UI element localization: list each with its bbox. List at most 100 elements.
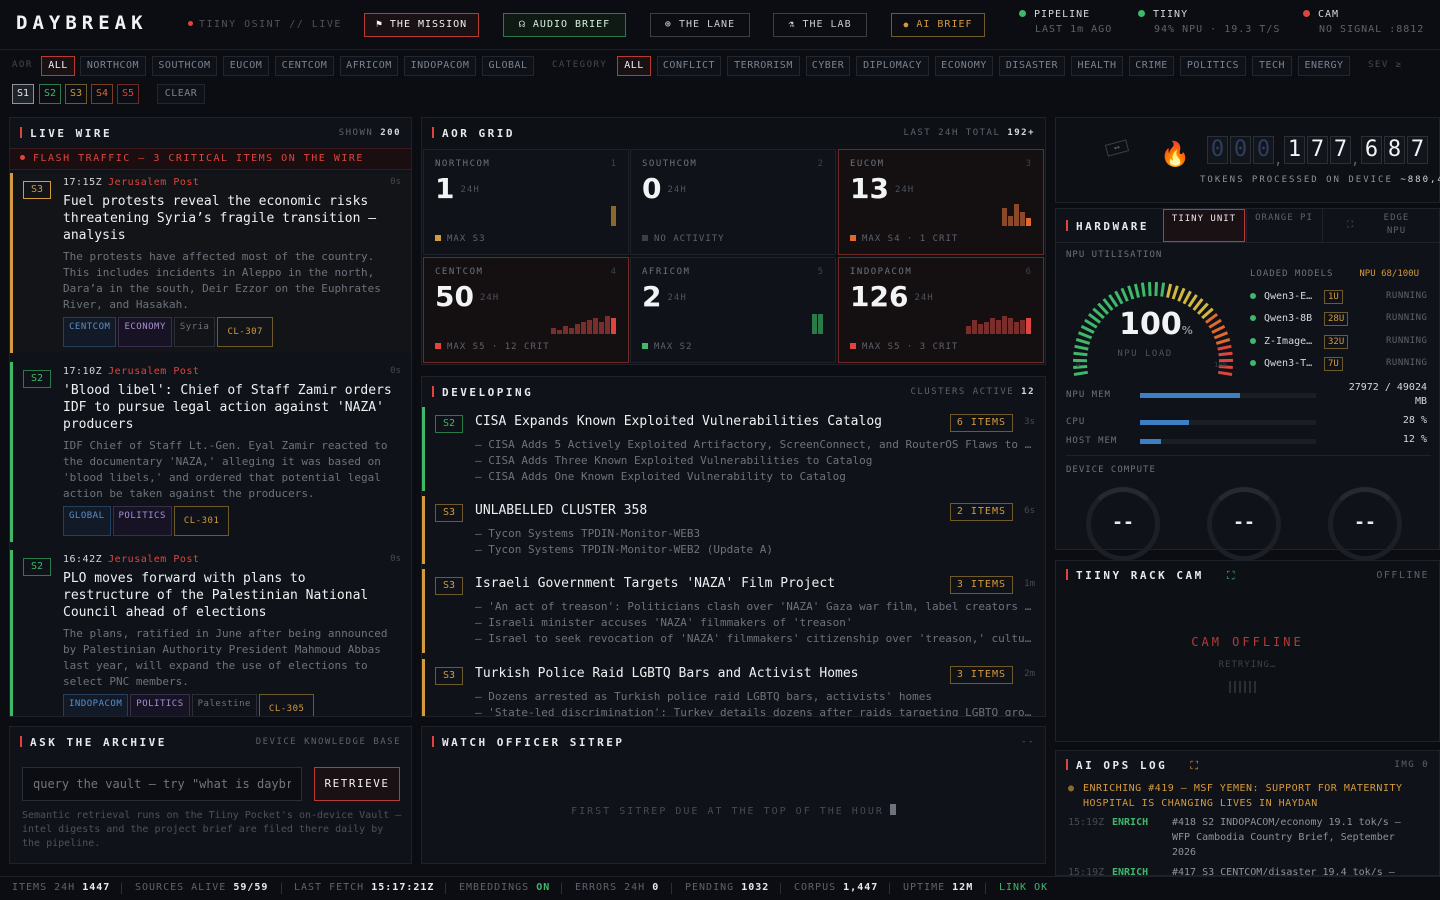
wire-item-source[interactable]: Jerusalem Post xyxy=(108,554,199,565)
wire-item-headline[interactable]: PLO moves forward with plans to restruct… xyxy=(63,570,398,621)
aor-cell-southcom[interactable]: SOUTHCOM 2 0 24H NO ACTIVITY xyxy=(630,149,836,255)
aor-chip-southcom[interactable]: SOUTHCOM xyxy=(152,56,217,76)
ai-ops-current-text: ENRICHING #419 — MSF YEMEN: SUPPORT FOR … xyxy=(1083,783,1403,809)
aor-chip-africom[interactable]: AFRICOM xyxy=(340,56,398,76)
aor-cell-northcom[interactable]: NORTHCOM 1 1 24H MAX S3 xyxy=(423,149,629,255)
cluster-subitem[interactable]: – Israeli minister accuses 'NAZA' filmma… xyxy=(475,616,1035,629)
tag-cluster[interactable]: CL-305 xyxy=(258,694,315,716)
ai-brief-button[interactable]: ● AI BRIEF xyxy=(891,13,985,37)
lab-button[interactable]: ⚗ THE LAB xyxy=(773,13,867,37)
cluster-subitem[interactable]: – 'State-led discrimination': Turkey det… xyxy=(475,706,1035,716)
category-chip-energy[interactable]: ENERGY xyxy=(1298,56,1350,76)
wire-item[interactable]: S2 17:10Z Jerusalem Post 0s 'Blood libel'… xyxy=(10,362,411,542)
category-chip-politics[interactable]: POLITICS xyxy=(1180,56,1246,76)
category-chip-disaster[interactable]: DISASTER xyxy=(999,56,1065,76)
audio-brief-button[interactable]: ☊ AUDIO BRIEF xyxy=(503,13,626,37)
tag-aor[interactable]: CENTCOM xyxy=(63,317,117,347)
aor-chip-northcom[interactable]: NORTHCOM xyxy=(80,56,146,76)
sev-chip-s2[interactable]: S2 xyxy=(39,84,61,104)
wire-item-source[interactable]: Jerusalem Post xyxy=(108,366,199,377)
category-chip-tech[interactable]: TECH xyxy=(1252,56,1292,76)
tokens-rate: ~880,455 xyxy=(1400,175,1440,185)
cluster-subitem[interactable]: – 'An act of treason': Politicians clash… xyxy=(475,600,1035,613)
category-chip-crime[interactable]: CRIME xyxy=(1129,56,1174,76)
aor-cell-indopacom[interactable]: INDOPACOM 6 126 24H MAX S5 · 3 CRIT xyxy=(838,257,1044,363)
lane-button[interactable]: ⊕ THE LANE xyxy=(650,13,750,37)
clusters-count: 12 xyxy=(1021,387,1035,397)
expand-icon[interactable]: ⛶ xyxy=(1190,759,1200,772)
aor-cell-centcom[interactable]: CENTCOM 4 50 24H MAX S5 · 12 CRIT xyxy=(423,257,629,363)
wire-item-source[interactable]: Jerusalem Post xyxy=(108,177,199,188)
tag-category[interactable]: POLITICS xyxy=(112,506,172,536)
live-wire-title: LIVE WIRE xyxy=(20,127,112,140)
tag-country[interactable]: Syria xyxy=(173,317,216,347)
model-row[interactable]: Qwen3-E… 1U RUNNING xyxy=(1250,290,1427,305)
aor-chip-eucom[interactable]: EUCOM xyxy=(223,56,269,76)
category-chip-all[interactable]: ALL xyxy=(617,56,651,76)
wire-item[interactable]: S2 16:42Z Jerusalem Post 0s PLO moves for… xyxy=(10,550,411,716)
cluster-item[interactable]: S3 UNLABELLED CLUSTER 358 2 ITEMS 6s – T… xyxy=(422,496,1045,564)
cluster-title[interactable]: UNLABELLED CLUSTER 358 xyxy=(475,503,647,518)
aor-cell-footer-text: MAX S5 · 3 CRIT xyxy=(862,342,959,352)
aor-chip-indopacom[interactable]: INDOPACOM xyxy=(404,56,476,76)
tag-category[interactable]: POLITICS xyxy=(130,694,190,716)
cluster-subitem[interactable]: – Dozens arrested as Turkish police raid… xyxy=(475,690,1035,703)
aor-cell-eucom[interactable]: EUCOM 3 13 24H MAX S4 · 1 CRIT xyxy=(838,149,1044,255)
category-chip-diplomacy[interactable]: DIPLOMACY xyxy=(856,56,929,76)
aor-cell-name: EUCOM xyxy=(850,159,885,169)
tag-category[interactable]: ECONOMY xyxy=(118,317,172,347)
sev-chip-s3[interactable]: S3 xyxy=(65,84,87,104)
aor-cell-africom[interactable]: AFRICOM 5 2 24H MAX S2 xyxy=(630,257,836,363)
cluster-item[interactable]: S3 Israeli Government Targets 'NAZA' Fil… xyxy=(422,569,1045,653)
npu-load-label: NPU LOAD xyxy=(1117,349,1173,359)
tab-tiiny-unit[interactable]: TIINY UNIT xyxy=(1163,209,1245,242)
model-row[interactable]: Qwen3-8B 28U RUNNING xyxy=(1250,312,1427,327)
retrieve-button[interactable]: RETRIEVE xyxy=(314,767,400,801)
tab-orange-pi[interactable]: ORANGE PI xyxy=(1246,209,1321,242)
status-link: LINK OK xyxy=(999,877,1048,899)
category-chip-conflict[interactable]: CONFLICT xyxy=(657,56,721,76)
cluster-subitem[interactable]: – CISA Adds One Known Exploited Vulnerab… xyxy=(475,470,1035,483)
wire-item-headline[interactable]: Fuel protests reveal the economic risks … xyxy=(63,193,398,244)
tab-edge-npu[interactable]: ⛶ EDGE NPU xyxy=(1322,209,1440,242)
aor-chip-centcom[interactable]: CENTCOM xyxy=(275,56,334,76)
cluster-subitem[interactable]: – CISA Adds 5 Actively Exploited Artifac… xyxy=(475,438,1035,451)
loaded-models-value: NPU 68/100U xyxy=(1359,269,1419,279)
sev-chip-s1[interactable]: S1 xyxy=(12,84,34,104)
cluster-subitem[interactable]: – CISA Adds Three Known Exploited Vulner… xyxy=(475,454,1035,467)
cluster-title[interactable]: Turkish Police Raid LGBTQ Bars and Activ… xyxy=(475,666,859,681)
wire-item-headline[interactable]: 'Blood libel': Chief of Staff Zamir orde… xyxy=(63,382,398,433)
sev-chip-s4[interactable]: S4 xyxy=(91,84,113,104)
category-chip-cyber[interactable]: CYBER xyxy=(806,56,850,76)
cluster-subitem[interactable]: – Tycon Systems TPDIN-Monitor-WEB3 xyxy=(475,527,1035,540)
cluster-item[interactable]: S3 Turkish Police Raid LGBTQ Bars and Ac… xyxy=(422,659,1045,716)
category-chip-terrorism[interactable]: TERRORISM xyxy=(727,56,800,76)
tag-aor[interactable]: GLOBAL xyxy=(63,506,111,536)
tag-country[interactable]: Palestine xyxy=(191,694,257,716)
aor-cell-index: 4 xyxy=(610,267,616,277)
aor-chip-global[interactable]: GLOBAL xyxy=(482,56,534,76)
cluster-subitem[interactable]: – Israel to seek revocation of 'NAZA' fi… xyxy=(475,632,1035,645)
aor-chip-all[interactable]: ALL xyxy=(41,56,75,76)
model-row[interactable]: Z-Image… 32U RUNNING xyxy=(1250,335,1427,350)
clear-filters-button[interactable]: CLEAR xyxy=(157,84,205,104)
cluster-title[interactable]: Israeli Government Targets 'NAZA' Film P… xyxy=(475,576,835,591)
aor-cell-footer-text: NO ACTIVITY xyxy=(654,234,725,244)
developing-title: DEVELOPING xyxy=(432,386,533,399)
tag-aor[interactable]: INDOPACOM xyxy=(63,694,129,716)
flash-traffic-banner[interactable]: FLASH TRAFFIC — 3 CRITICAL ITEMS ON THE … xyxy=(10,148,411,170)
category-chip-economy[interactable]: ECONOMY xyxy=(935,56,993,76)
wire-item[interactable]: S3 17:15Z Jerusalem Post 0s Fuel protests… xyxy=(10,173,411,353)
cluster-title[interactable]: CISA Expands Known Exploited Vulnerabili… xyxy=(475,414,882,429)
tag-cluster[interactable]: CL-301 xyxy=(173,506,230,536)
mission-button[interactable]: ⚑ THE MISSION xyxy=(364,13,479,37)
model-row[interactable]: Qwen3-T… 7U RUNNING xyxy=(1250,357,1427,372)
sev-chip-s5[interactable]: S5 xyxy=(117,84,139,104)
category-chip-health[interactable]: HEALTH xyxy=(1071,56,1123,76)
expand-icon[interactable]: ⛶ xyxy=(1227,569,1237,582)
tag-cluster[interactable]: CL-307 xyxy=(217,317,273,347)
live-wire-title-text: LIVE WIRE xyxy=(30,127,113,140)
cluster-subitem[interactable]: – Tycon Systems TPDIN-Monitor-WEB2 (Upda… xyxy=(475,543,1035,556)
cluster-item[interactable]: S2 CISA Expands Known Exploited Vulnerab… xyxy=(422,407,1045,491)
archive-query-input[interactable] xyxy=(22,767,302,801)
